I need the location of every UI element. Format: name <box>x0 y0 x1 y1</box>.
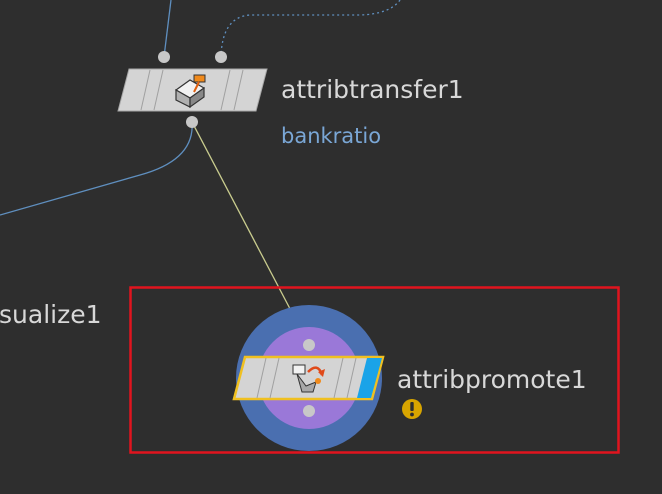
node-name-attribpromote1[interactable]: attribpromote1 <box>397 367 587 392</box>
exclamation-warning-icon[interactable] <box>402 399 422 419</box>
input-connector-1[interactable] <box>158 51 170 63</box>
output-connector[interactable] <box>186 116 198 128</box>
input-connector-2[interactable] <box>215 51 227 63</box>
input-wire-right <box>220 0 401 58</box>
node-attribtransfer1[interactable] <box>117 51 268 128</box>
output-wire-offscreen <box>0 121 193 216</box>
node-name-attribtransfer1[interactable]: attribtransfer1 <box>281 77 464 102</box>
input-connector[interactable] <box>303 339 315 351</box>
input-wire-left <box>163 0 172 58</box>
output-connector[interactable] <box>303 405 315 417</box>
node-comment-bankratio: bankratio <box>281 124 382 148</box>
node-attribpromote1[interactable] <box>232 305 385 451</box>
node-name-offscreen[interactable]: sualize1 <box>0 302 102 327</box>
